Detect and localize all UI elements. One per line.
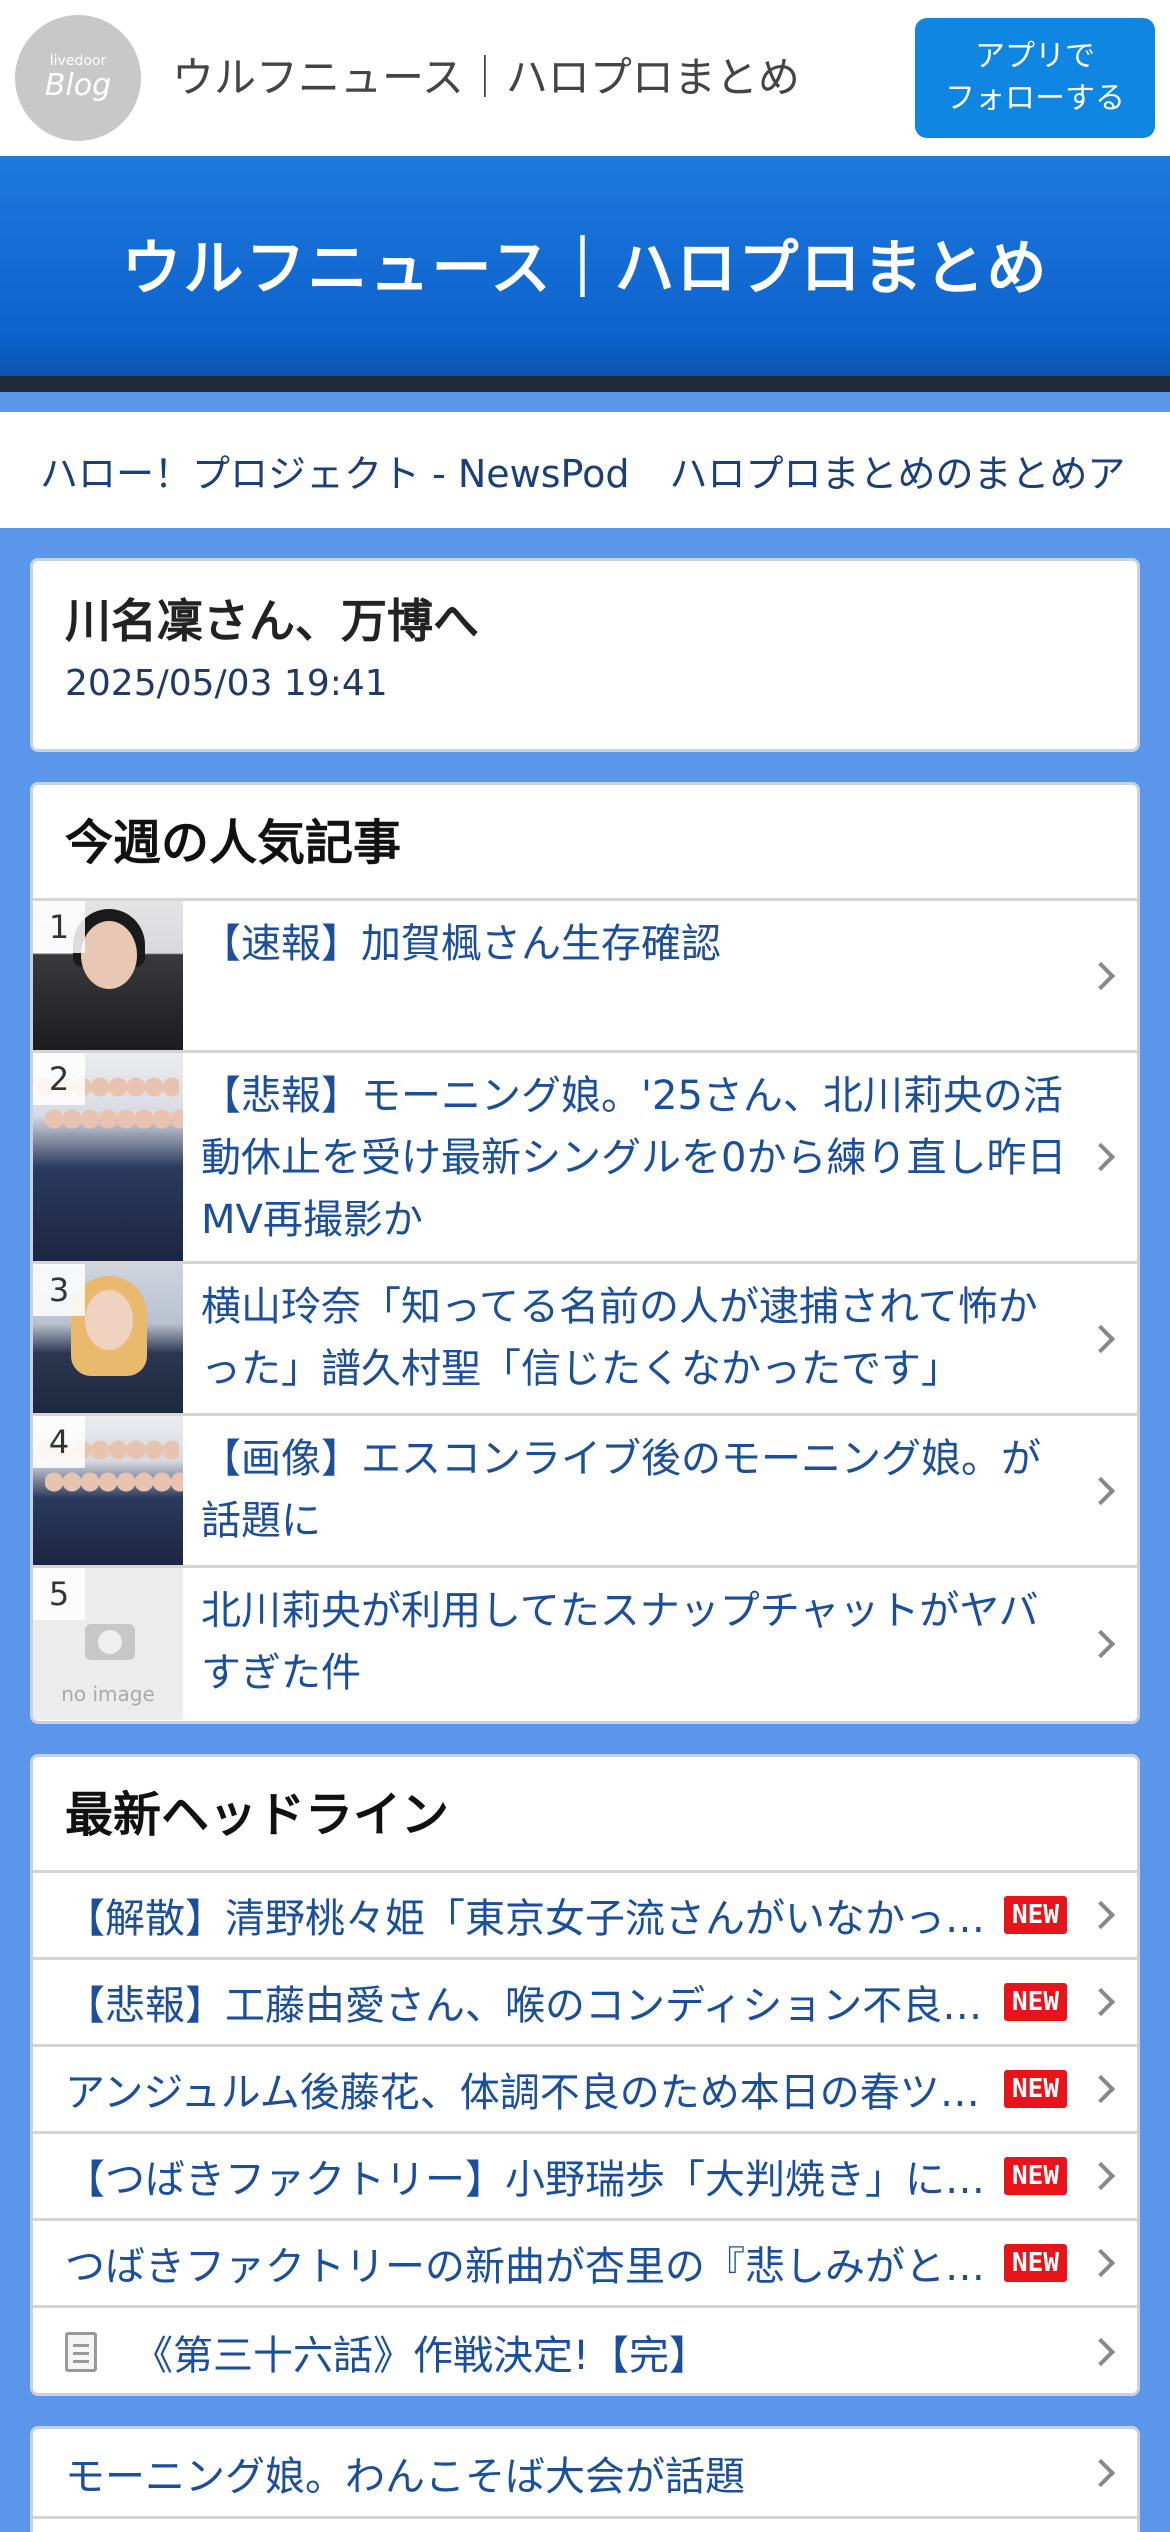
headline-item[interactable]: 【つばきファクトリー】小野瑞歩「大判焼き」について NEW bbox=[33, 2134, 1137, 2221]
follow-in-app-button[interactable]: アプリで フォローする bbox=[915, 18, 1155, 138]
headline-title: 【悲報】工藤由愛さん、喉のコンディション不良のため bbox=[65, 1983, 995, 2029]
new-badge: NEW bbox=[1004, 2070, 1067, 2108]
chevron-right-icon bbox=[1086, 1987, 1116, 2017]
latest-headlines-heading: 最新ヘッドライン bbox=[33, 1757, 1137, 1873]
popular-item[interactable]: 3 横山玲奈「知ってる名前の人が逮捕されて怖かった」譜久村聖「信じたくなかったで… bbox=[33, 1264, 1137, 1416]
logo-small-text: livedoor bbox=[49, 53, 107, 69]
rank-number: 1 bbox=[33, 901, 85, 953]
article-thumbnail: 2 bbox=[33, 1053, 183, 1261]
new-badge: NEW bbox=[1004, 2157, 1067, 2195]
article-header-card: 川名凜さん、万博へ 2025/05/03 19:41 bbox=[30, 558, 1140, 752]
rank-number: 4 bbox=[33, 1416, 85, 1468]
livedoor-blog-logo[interactable]: livedoor Blog bbox=[15, 15, 141, 141]
rank-number: 3 bbox=[33, 1264, 85, 1316]
chevron-right-icon bbox=[1086, 2248, 1116, 2278]
app-bar: livedoor Blog ウルフニュース｜ハロプロまとめ アプリで フォローす… bbox=[0, 0, 1170, 156]
popular-item[interactable]: 2 【悲報】モーニング娘。'25さん、北川莉央の活動休止を受け最新シングルを0か… bbox=[33, 1053, 1137, 1264]
blog-name[interactable]: ウルフニュース｜ハロプロまとめ bbox=[172, 48, 800, 108]
new-badge: NEW bbox=[1004, 1983, 1067, 2021]
popular-item[interactable]: 1 【速報】加賀楓さん生存確認 bbox=[33, 901, 1137, 1053]
chevron-right-icon bbox=[1086, 1900, 1116, 1930]
headline-item[interactable]: 【解散】清野桃々姫「東京女子流さんがいなかったら今の私はいない」 NEW bbox=[33, 1873, 1137, 1960]
headline-item[interactable]: 《第三十六話》作戦決定!【完】 bbox=[33, 2308, 1137, 2393]
headline-title: つばきファクトリーの新曲が杏里の『悲しみがとまらない』 bbox=[65, 2244, 994, 2290]
headline-item[interactable]: 【悲報】工藤由愛さん、喉のコンディション不良のため NEW bbox=[33, 1960, 1137, 2047]
logo-big-text: Blog bbox=[44, 68, 112, 103]
no-image-label: no image bbox=[61, 1682, 155, 1706]
new-badge: NEW bbox=[1004, 2244, 1067, 2282]
popular-item-title: 【悲報】モーニング娘。'25さん、北川莉央の活動休止を受け最新シングルを0から練… bbox=[201, 1073, 1067, 1243]
popular-item-title: 【画像】エスコンライブ後のモーニング娘。が話題に bbox=[201, 1436, 1041, 1544]
related-article-title: モーニング娘。わんこそば大会が話題 bbox=[65, 2453, 745, 2500]
rank-number: 5 bbox=[33, 1568, 85, 1620]
camera-icon bbox=[85, 1624, 135, 1660]
popular-articles-card: 今週の人気記事 1 【速報】加賀楓さん生存確認 2 【悲報】モーニング娘。'25… bbox=[30, 782, 1140, 1724]
latest-headlines-card: 最新ヘッドライン 【解散】清野桃々姫「東京女子流さんがいなかったら今の私はいない… bbox=[30, 1754, 1140, 2396]
chevron-right-icon bbox=[1086, 2337, 1116, 2366]
chevron-right-icon bbox=[1086, 2458, 1116, 2487]
popular-articles-heading: 今週の人気記事 bbox=[33, 785, 1137, 901]
popular-item-title: 横山玲奈「知ってる名前の人が逮捕されて怖かった」譜久村聖「信じたくなかったです」 bbox=[201, 1284, 1038, 1392]
article-title: 川名凜さん、万博へ bbox=[65, 594, 479, 648]
popular-item-title: 【速報】加賀楓さん生存確認 bbox=[201, 921, 721, 967]
headline-title: アンジュルム後藤花、体調不良のため本日の春ツアー公演を欠席 bbox=[65, 2070, 994, 2116]
article-thumbnail: 3 bbox=[33, 1264, 183, 1413]
headline-item[interactable]: アンジュルム後藤花、体調不良のため本日の春ツアー公演を欠席 NEW bbox=[33, 2047, 1137, 2134]
document-icon bbox=[65, 2331, 97, 2372]
related-link[interactable]: ハロー！プロジェクト - NewsPod bbox=[40, 443, 629, 498]
rank-number: 2 bbox=[33, 1053, 85, 1105]
follow-button-line1: アプリで bbox=[975, 39, 1095, 74]
headline-title: 《第三十六話》作戦決定!【完】 bbox=[133, 2332, 710, 2379]
related-article-item[interactable]: モーニング娘。わんこそば大会が話題 bbox=[33, 2429, 1137, 2519]
blog-header-banner[interactable]: ウルフニュース｜ハロプロまとめ bbox=[0, 156, 1170, 392]
article-thumbnail: 4 bbox=[33, 1416, 183, 1565]
popular-item[interactable]: no image 5 北川莉央が利用してたスナップチャットがヤバすぎた件 bbox=[33, 1568, 1137, 1720]
related-articles-card: モーニング娘。わんこそば大会が話題 bbox=[30, 2426, 1140, 2532]
article-thumbnail: 1 bbox=[33, 901, 183, 1050]
no-image-thumbnail: no image 5 bbox=[33, 1568, 183, 1720]
new-badge: NEW bbox=[1004, 1896, 1067, 1934]
follow-button-line2: フォローする bbox=[945, 81, 1125, 116]
headline-title: 【解散】清野桃々姫「東京女子流さんがいなかったら今の私はいない」 bbox=[65, 1896, 995, 1942]
related-links-strip: ハロー！プロジェクト - NewsPod ハロプロまとめのまとめア bbox=[0, 412, 1170, 528]
related-link[interactable]: ハロプロまとめのまとめア bbox=[669, 443, 1125, 498]
headline-item[interactable]: つばきファクトリーの新曲が杏里の『悲しみがとまらない』 NEW bbox=[33, 2221, 1137, 2308]
popular-item[interactable]: 4 【画像】エスコンライブ後のモーニング娘。が話題に bbox=[33, 1416, 1137, 1568]
chevron-right-icon bbox=[1086, 2074, 1116, 2104]
popular-item-title: 北川莉央が利用してたスナップチャットがヤバすぎた件 bbox=[201, 1588, 1039, 1696]
banner-title: ウルフニュース｜ハロプロまとめ bbox=[121, 233, 1049, 304]
chevron-right-icon bbox=[1086, 2161, 1116, 2191]
headline-title: 【つばきファクトリー】小野瑞歩「大判焼き」について bbox=[65, 2157, 995, 2203]
article-date: 2025/05/03 19:41 bbox=[65, 663, 388, 704]
